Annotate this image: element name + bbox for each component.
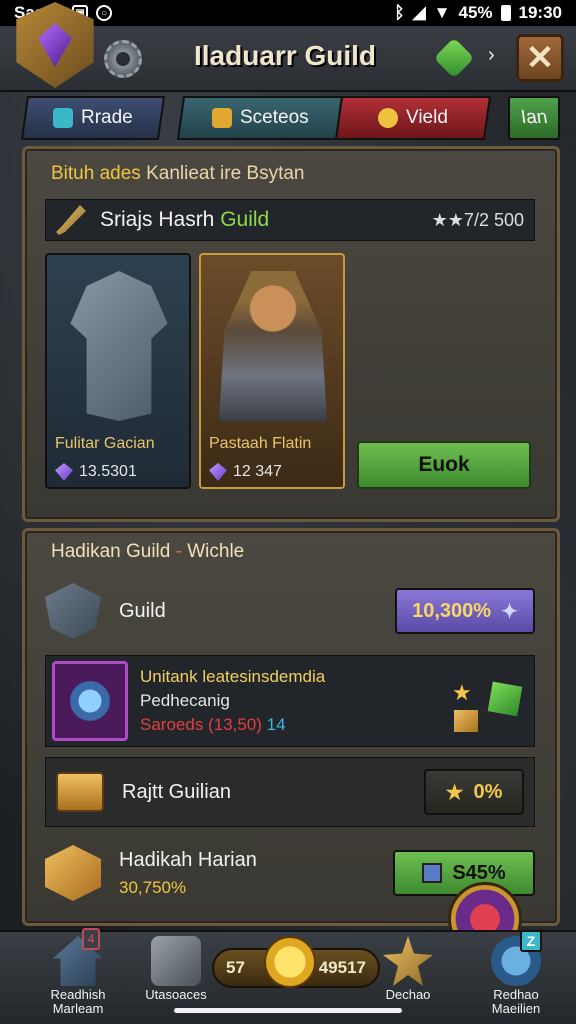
- tab-sectors[interactable]: Sceteos: [176, 96, 344, 140]
- guild-value: 10,300%: [412, 599, 492, 622]
- sun-icon: [378, 108, 399, 128]
- gem-cube-icon[interactable]: [433, 37, 475, 79]
- hero-card-warrior[interactable]: Pastaah Flatin 12 347: [199, 253, 345, 489]
- tab-join[interactable]: Ian: [508, 96, 560, 140]
- tab-trade[interactable]: Rrade: [20, 96, 166, 140]
- guild-row-label: Guild: [119, 599, 166, 622]
- purple-gem-icon: [38, 23, 72, 67]
- quest-count: 14: [261, 715, 286, 734]
- gem-icon: [55, 463, 73, 481]
- page-title: Iladuarr Guild: [193, 40, 377, 71]
- guild-panel: Hadikan Guild - Wichle Guild 10,300% ✦ U…: [22, 528, 560, 926]
- clock: 19:30: [518, 3, 562, 22]
- guild-row: Guild 10,300% ✦: [45, 575, 535, 647]
- bluetooth-icon: ᛒ: [394, 3, 405, 22]
- redhao-badge: Z: [520, 930, 542, 952]
- nav-vote[interactable]: Utasoaces: [134, 936, 218, 1002]
- tab-world[interactable]: Vield: [334, 96, 492, 140]
- featured-title-rest: Kanlieat ire Bsytan: [140, 163, 305, 184]
- sparkle-icon: ✦: [501, 600, 518, 623]
- warrior-art-icon: [219, 271, 327, 421]
- orb-weapon-icon: [52, 661, 128, 741]
- battery-percent: 45%: [458, 3, 493, 22]
- tab-bar: Rrade Sceteos Vield Ian: [20, 96, 560, 142]
- featured-action-button[interactable]: Euok: [357, 441, 531, 489]
- nav-label: Redhao Maeilien: [491, 987, 541, 1016]
- armor-art-icon: [70, 271, 168, 421]
- chevron-right-icon[interactable]: ›: [488, 44, 495, 67]
- star-icon: ★: [452, 680, 472, 705]
- nav-label: Dechao: [385, 987, 431, 1002]
- raid-row: Rajtt Guilian ★ 0%: [45, 757, 535, 827]
- tab-label: Ian: [519, 107, 549, 128]
- wifi-icon: ▼: [433, 3, 451, 22]
- hero-card-armor[interactable]: Fulitar Gacian 13.5301: [45, 253, 191, 489]
- signal-icon: ◢: [412, 3, 426, 22]
- nav-redhao[interactable]: Redhao Maeilien: [474, 936, 558, 1016]
- quest-rewards: ★: [448, 666, 528, 736]
- quest-line3: Saroeds (13,50) 14: [140, 715, 325, 735]
- gift-box-icon: [45, 845, 101, 901]
- close-button[interactable]: ✕: [516, 34, 564, 82]
- title-dash: -: [170, 541, 188, 562]
- battery-icon: [500, 5, 511, 21]
- hadikah-label: Hadikah Harian: [119, 848, 257, 871]
- settings-gear-icon[interactable]: [104, 40, 142, 78]
- raid-value-button[interactable]: ★ 0%: [424, 769, 524, 815]
- featured-title: Bituh ades Kanlieat ire Bsytan: [51, 163, 305, 185]
- chest-icon: [56, 772, 104, 812]
- guild-value-button[interactable]: 10,300% ✦: [395, 588, 535, 634]
- sword-icon: [56, 205, 86, 235]
- home-badge: 4: [82, 928, 100, 950]
- dice-icon: [422, 863, 443, 883]
- tab-label: Sceteos: [239, 107, 309, 128]
- guild-name-suffix: Guild: [220, 208, 270, 231]
- compass-icon: [151, 936, 201, 986]
- quest-text: Unitank leatesinsdemdia Pedhecanig Saroe…: [140, 667, 325, 735]
- star-icon: ★: [445, 781, 464, 804]
- guild-panel-title: Hadikan Guild - Wichle: [51, 541, 244, 563]
- nav-dechao[interactable]: Dechao: [370, 936, 446, 1002]
- featured-title-highlight: Bituh ades: [51, 163, 141, 184]
- card-value-text: 12 347: [233, 463, 282, 480]
- card-value-text: 13.5301: [79, 463, 137, 480]
- nav-label: Readhish Marleam: [50, 987, 106, 1016]
- card-name: Pastaah Flatin: [209, 435, 312, 452]
- card-value: 13.5301: [55, 463, 137, 481]
- green-cube-icon: [487, 681, 523, 717]
- card-value: 12 347: [209, 463, 282, 481]
- quest-line3-text: Saroeds (13,50): [140, 715, 262, 734]
- trade-icon: [53, 108, 74, 128]
- nav-label: Utasoaces: [145, 987, 207, 1002]
- gem-icon: [209, 463, 227, 481]
- card-name: Fulitar Gacian: [55, 435, 155, 452]
- featured-panel: Bituh ades Kanlieat ire Bsytan Sriajs Ha…: [22, 146, 560, 522]
- featured-guild-name: Sriajs Hasrh Guild: [100, 208, 269, 232]
- guild-panel-title-main: Hadikan Guild: [51, 541, 171, 562]
- guild-rating: ★★7/2 500: [431, 209, 524, 230]
- nav-home[interactable]: Readhish Marleam: [36, 936, 120, 1016]
- currency-left: 57: [226, 958, 245, 977]
- sync-icon: ○: [96, 5, 113, 21]
- raid-value: 0%: [473, 780, 503, 803]
- gold-coin-icon[interactable]: [264, 936, 316, 988]
- guild-shield-icon: [45, 583, 101, 639]
- quest-line1: Unitank leatesinsdemdia: [140, 667, 326, 686]
- quest-row[interactable]: Unitank leatesinsdemdia Pedhecanig Saroe…: [45, 655, 535, 747]
- raid-row-label: Rajtt Guilian: [122, 780, 231, 803]
- scroll-icon: [211, 108, 232, 128]
- star-icon: [383, 936, 433, 986]
- currency-right: 49517: [318, 958, 366, 977]
- hadikah-sub: 30,750%: [119, 877, 187, 897]
- gold-chest-icon: [454, 710, 478, 732]
- tab-label: Rrade: [81, 107, 133, 128]
- guild-panel-title-sub: Wichle: [187, 541, 245, 562]
- guild-name-prefix: Sriajs Hasrh: [100, 208, 221, 231]
- tab-label: Vield: [406, 107, 448, 128]
- quest-line2: Pedhecanig: [140, 691, 230, 710]
- hadikah-value: S45%: [452, 861, 506, 884]
- hadikah-text: Hadikah Harian 30,750%: [119, 849, 257, 898]
- featured-guild-row[interactable]: Sriajs Hasrh Guild ★★7/2 500: [45, 199, 535, 241]
- home-indicator[interactable]: [174, 1008, 402, 1013]
